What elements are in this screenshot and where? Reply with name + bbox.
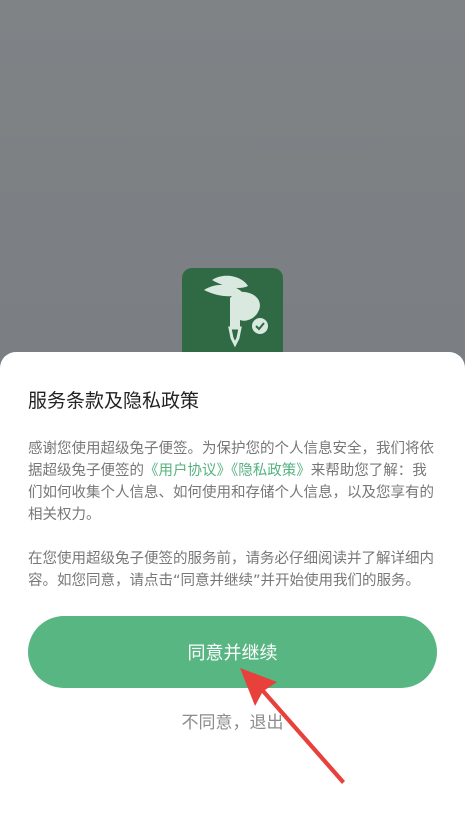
app-logo [182, 268, 283, 352]
decline-and-exit-button[interactable]: 不同意，退出 [0, 708, 465, 733]
privacy-policy-link[interactable]: 《隐私政策》 [231, 463, 311, 479]
consent-paragraph: 在您使用超级兔子便签的服务前，请务必仔细阅读并了解详细内容。如您同意，请点击“同… [28, 551, 434, 589]
rabbit-pen-check-icon [204, 275, 268, 348]
intro-paragraph: 感谢您使用超级兔子便签。为保护您的个人信息安全，我们将依据超级兔子便签的《用户协… [28, 438, 440, 526]
terms-dialog: 服务条款及隐私政策 感谢您使用超级兔子便签。为保护您的个人信息安全，我们将依据超… [0, 352, 465, 828]
dialog-body: 感谢您使用超级兔子便签。为保护您的个人信息安全，我们将依据超级兔子便签的《用户协… [28, 438, 440, 592]
dialog-title: 服务条款及隐私政策 [28, 390, 200, 412]
user-agreement-link[interactable]: 《用户协议》 [144, 463, 231, 479]
agree-and-continue-button[interactable]: 同意并继续 [28, 616, 437, 688]
